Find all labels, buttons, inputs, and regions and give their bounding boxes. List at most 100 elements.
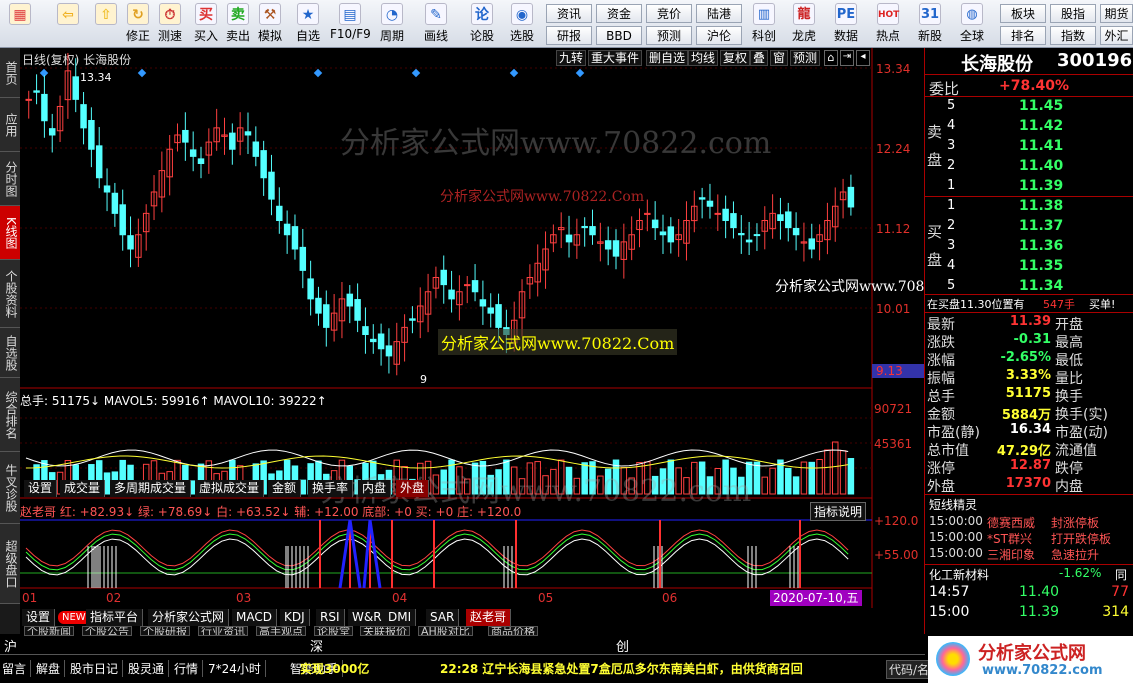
toolbar-button-back-arrow[interactable]: ⇦ [52, 2, 84, 46]
toolbar-button-gavel[interactable]: ⚒ 模拟 [254, 2, 286, 46]
buy-price[interactable]: 11.38 [1019, 198, 1063, 214]
indicator-tab-6[interactable]: RSI [316, 609, 345, 626]
sell-price[interactable]: 11.40 [1019, 158, 1063, 174]
chart-top-tab-2[interactable]: 删自选 [646, 50, 689, 66]
toolbar-tab-0[interactable]: 资讯 [546, 4, 592, 23]
toolbar-tab-板块[interactable]: 板块 [1000, 4, 1046, 23]
toolbar-button-hot[interactable]: HOT 热点 [872, 2, 904, 46]
indicator-tab-10[interactable]: 赵老哥 [466, 609, 512, 626]
toolbar-button-chart[interactable]: ▥ 科创 [748, 2, 780, 46]
toolbar-button-pencil[interactable]: ✎ 画线 [420, 2, 452, 46]
toolbar-tab-期货[interactable]: 期货 [1100, 4, 1133, 23]
news-tab-4[interactable]: 高手观点 [256, 626, 306, 636]
chart-top-tab-0[interactable]: 九转 [556, 50, 587, 66]
buy-price[interactable]: 11.37 [1019, 218, 1063, 234]
news-tab-1[interactable]: 个股公告 [82, 626, 132, 636]
left-tab-8[interactable]: 超级盘口 [0, 524, 20, 604]
toolbar-button-dragon[interactable]: 龍龙虎 [788, 2, 820, 46]
toolbar-button-forum[interactable]: 论论股 [466, 2, 498, 46]
kline-chart-area[interactable]: 日线(复权) 长海股份 ⌂ ⇥ ◂ 分析家公式网www.70822.com 分析… [20, 48, 979, 634]
toolbar-tab-2[interactable]: 竞价 [646, 4, 692, 23]
volume-tab-0[interactable]: 设置 [24, 480, 58, 497]
news-tab-5[interactable]: 论股堂 [314, 626, 353, 636]
chart-top-tab-6[interactable]: 窗 [770, 50, 789, 66]
volume-tab-4[interactable]: 金额 [268, 480, 302, 497]
indicator-tab-8[interactable]: DMI [384, 609, 417, 626]
volume-tab-1[interactable]: 成交量 [60, 480, 106, 497]
industry-name[interactable]: 化工新材料 [929, 566, 989, 583]
news-tab-0[interactable]: 个股新闻 [24, 626, 74, 636]
short-stock[interactable]: 德赛西威 [987, 514, 1035, 531]
toolbar-button-app-grid[interactable]: ▦ [4, 2, 36, 46]
toolbar-button-period[interactable]: ◔ 周期 [376, 2, 408, 46]
left-tab-6[interactable]: 综合排名 [0, 378, 20, 452]
left-tab-2[interactable]: 分时图 [0, 152, 20, 206]
toolbar-button-stopwatch[interactable]: ⏱ 测速 [154, 2, 186, 46]
sell-price[interactable]: 11.42 [1019, 118, 1063, 134]
bottom-item-3[interactable]: 股灵通 [128, 660, 170, 677]
indicator-help-button[interactable]: 指标说明 [810, 502, 867, 521]
chart-top-tab-7[interactable]: 预测 [790, 50, 821, 66]
news-ticker[interactable]: 22:28 辽宁长海县紧急处置7盒厄瓜多尔东南美白虾，由供货商召回 [440, 660, 803, 677]
toolbar-button-select-stock[interactable]: ◉ 选股 [506, 2, 538, 46]
volume-tab-3[interactable]: 虚拟成交量 [195, 480, 265, 497]
bottom-item-5[interactable]: 7*24小时 [208, 660, 266, 677]
chart-top-tab-1[interactable]: 重大事件 [588, 50, 643, 66]
toolbar-tab-股指[interactable]: 股指 [1050, 4, 1096, 23]
indicator-tab-5[interactable]: KDJ [280, 609, 310, 626]
indicator-tab-4[interactable]: MACD [232, 609, 277, 626]
toolbar-tab-1[interactable]: 资金 [596, 4, 642, 23]
index-tab-2[interactable]: 创 [616, 636, 629, 655]
toolbar-button-pe[interactable]: PE 数据 [830, 2, 862, 46]
indicator-tab-9[interactable]: SAR [426, 609, 460, 626]
buy-price[interactable]: 11.34 [1019, 278, 1063, 294]
bottom-item-1[interactable]: 解盘 [36, 660, 66, 677]
toolbar-tab-5[interactable]: BBD [596, 26, 642, 45]
toolbar-button-buy[interactable]: 买买入 [190, 2, 222, 46]
left-tab-0[interactable]: 首页 [0, 48, 20, 98]
left-tab-3[interactable]: K线图 [0, 206, 20, 260]
toolbar-tab-3[interactable]: 陆港 [696, 4, 742, 23]
indicator-tab-0[interactable]: 设置 [22, 609, 56, 626]
sell-price[interactable]: 11.39 [1019, 178, 1063, 194]
index-tab-1[interactable]: 深 [310, 636, 323, 655]
toolbar-tab-4[interactable]: 研报 [546, 26, 592, 45]
toolbar-button-globe[interactable]: ◍ 全球 [956, 2, 988, 46]
news-tab-8[interactable]: 商品价格 [488, 626, 538, 636]
left-tab-1[interactable]: 应用 [0, 98, 20, 152]
index-tab-0[interactable]: 沪 [4, 636, 17, 655]
bottom-item-4[interactable]: 行情 [174, 660, 204, 677]
chart-top-tab-5[interactable]: 叠 [750, 50, 769, 66]
left-tab-7[interactable]: 牛叉诊股 [0, 452, 20, 524]
news-tab-3[interactable]: 行业资讯 [198, 626, 248, 636]
bottom-item-0[interactable]: 留言 [2, 660, 32, 677]
toolbar-tab-外汇[interactable]: 外汇 [1100, 26, 1133, 45]
chart-top-tab-4[interactable]: 复权 [720, 50, 751, 66]
indicator-tab-2[interactable]: 指标平台 [86, 609, 144, 626]
toolbar-button-up-arrow[interactable]: ⇧ [90, 2, 122, 46]
indicator-tab-3[interactable]: 分析家公式网 [148, 609, 230, 626]
buy-price[interactable]: 11.36 [1019, 238, 1063, 254]
code-search-input[interactable]: 代码/名 [886, 660, 933, 679]
news-tab-7[interactable]: AH股对比 [418, 626, 473, 636]
volume-tab-2[interactable]: 多周期成交量 [110, 480, 192, 497]
toolbar-button-star[interactable]: ★ 自选 [292, 2, 324, 46]
toolbar-button-refresh[interactable]: ↻ 修正 [122, 2, 154, 46]
toolbar-tab-指数[interactable]: 指数 [1050, 26, 1096, 45]
left-tab-5[interactable]: 自选股 [0, 328, 20, 378]
volume-tab-5[interactable]: 换手率 [308, 480, 354, 497]
toolbar-button-sell[interactable]: 卖卖出 [222, 2, 254, 46]
short-stock[interactable]: *ST群兴 [987, 530, 1032, 547]
toolbar-button-calendar[interactable]: 31 新股 [914, 2, 946, 46]
bottom-item-2[interactable]: 股市日记 [70, 660, 124, 677]
left-tab-4[interactable]: 个股资料 [0, 260, 20, 328]
news-tab-6[interactable]: 关联报价 [360, 626, 410, 636]
short-stock[interactable]: 三湘印象 [987, 546, 1035, 563]
toolbar-tab-排名[interactable]: 排名 [1000, 26, 1046, 45]
chart-top-tab-3[interactable]: 均线 [688, 50, 719, 66]
indicator-tab-7[interactable]: W&R [348, 609, 387, 626]
volume-tab-6[interactable]: 内盘 [358, 480, 392, 497]
buy-price[interactable]: 11.35 [1019, 258, 1063, 274]
news-tab-2[interactable]: 个股研报 [140, 626, 190, 636]
toolbar-button-f10[interactable]: ▤ F10/F9 [330, 2, 371, 46]
